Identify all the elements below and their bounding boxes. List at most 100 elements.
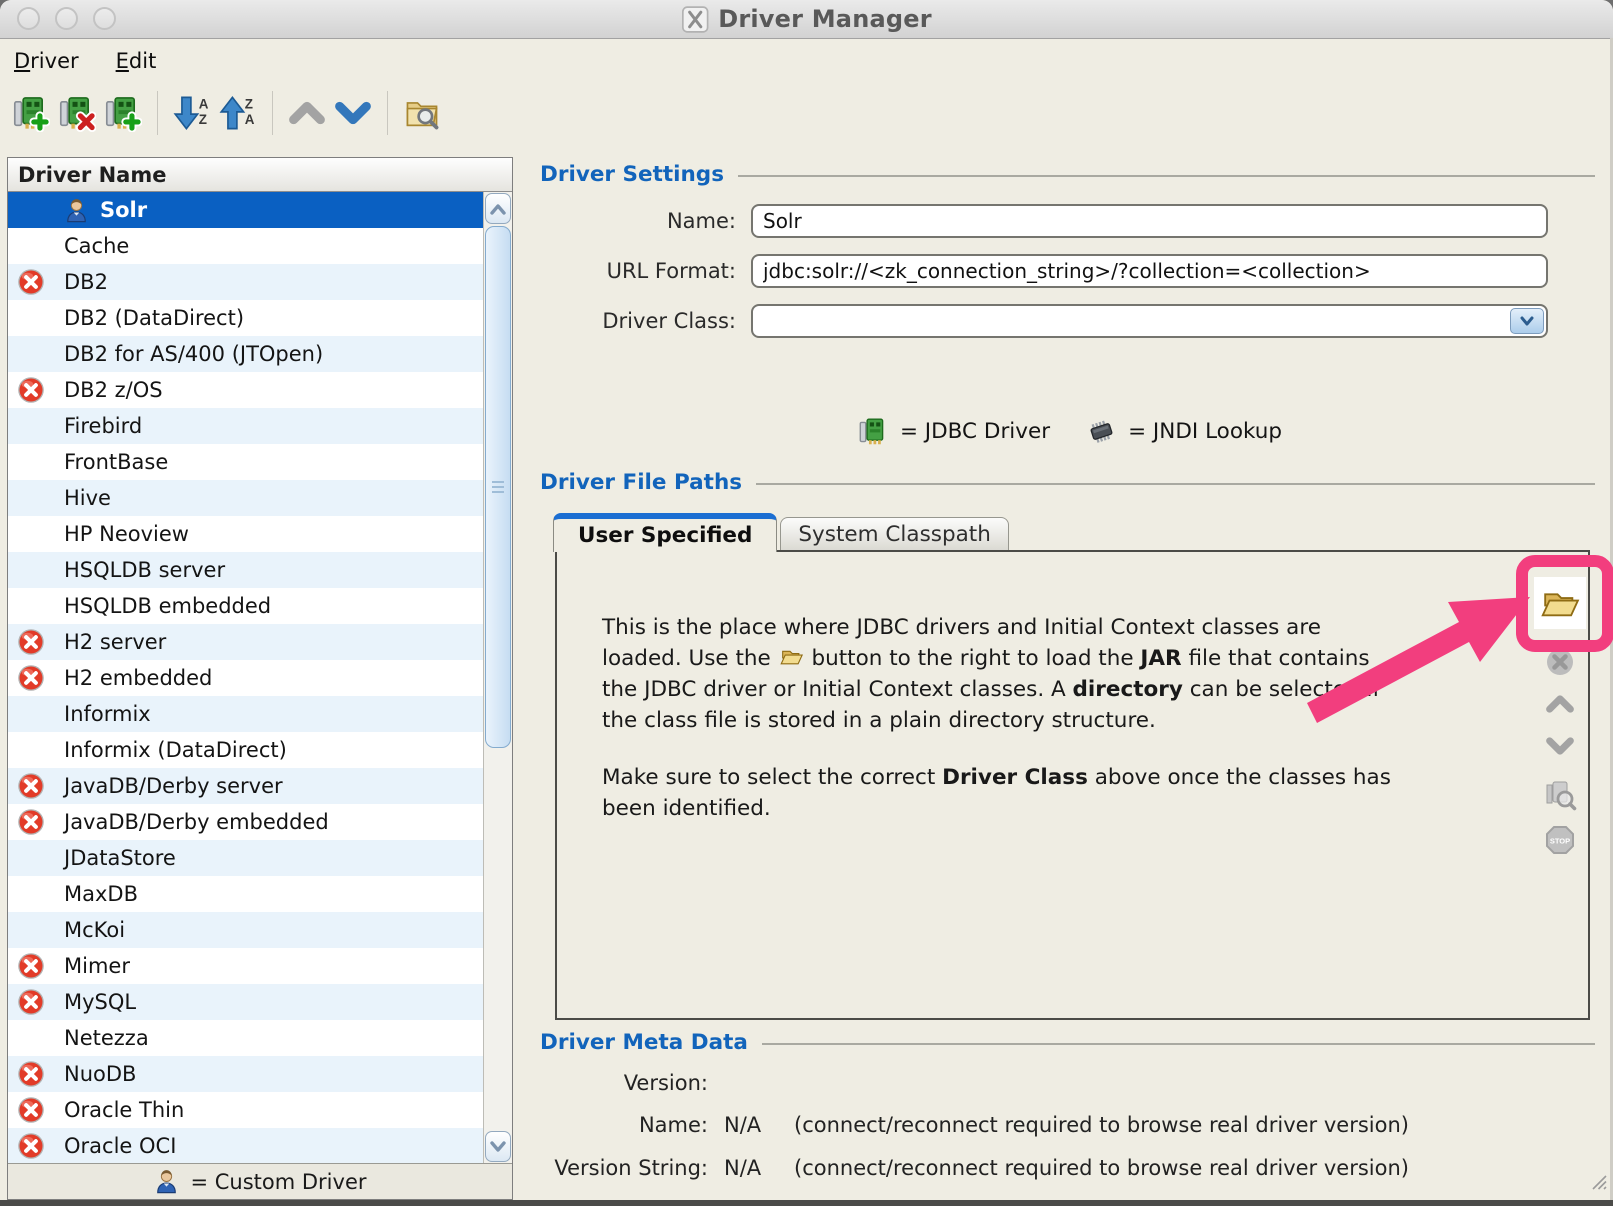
- tab-system-classpath[interactable]: System Classpath: [780, 517, 1008, 550]
- driver-row[interactable]: FrontBase: [8, 444, 483, 480]
- meta-name-note: (connect/reconnect required to browse re…: [794, 1113, 1409, 1137]
- driver-row[interactable]: JDataStore: [8, 840, 483, 876]
- driver-error-icon: [16, 987, 46, 1017]
- toolbar-separator: [157, 91, 158, 135]
- driver-class-input[interactable]: [751, 304, 1548, 338]
- driver-name-label: McKoi: [64, 918, 125, 942]
- driver-name-label: HP Neoview: [64, 522, 189, 546]
- version-string-value: N/A: [724, 1156, 780, 1180]
- driver-name-label: H2 embedded: [64, 666, 212, 690]
- menu-edit[interactable]: Edit: [116, 49, 157, 73]
- meta-name-label: Name:: [540, 1113, 708, 1137]
- window-resize-grip[interactable]: [1589, 1172, 1607, 1194]
- driver-row[interactable]: Firebird: [8, 408, 483, 444]
- custom-driver-icon: [63, 197, 90, 224]
- driver-status-cell: [8, 807, 54, 837]
- driver-row[interactable]: MaxDB: [8, 876, 483, 912]
- driver-row[interactable]: Netezza: [8, 1020, 483, 1056]
- driver-name-label: JavaDB/Derby server: [64, 774, 283, 798]
- chevron-down-blue-icon: [334, 94, 372, 132]
- driver-row[interactable]: Hive: [8, 480, 483, 516]
- driver-row[interactable]: Solr: [8, 192, 483, 228]
- driver-name-label: DB2 for AS/400 (JTOpen): [64, 342, 323, 366]
- create-driver-button[interactable]: [8, 88, 54, 138]
- driver-row[interactable]: DB2 for AS/400 (JTOpen): [8, 336, 483, 372]
- driver-row[interactable]: MySQL: [8, 984, 483, 1020]
- title-bar: Driver Manager: [0, 0, 1613, 39]
- menu-driver[interactable]: Driver: [14, 49, 79, 73]
- open-file-chooser-button[interactable]: [1534, 577, 1586, 629]
- move-down-button[interactable]: [330, 88, 376, 138]
- jdbc-legend-label: = JDBC Driver: [900, 419, 1050, 444]
- window-bottom-edge: [0, 1200, 1613, 1206]
- driver-meta-data-title: Driver Meta Data: [537, 1030, 748, 1055]
- driver-status-cell: [8, 1095, 54, 1125]
- driver-error-icon: [16, 375, 46, 405]
- minimize-window-button[interactable]: [55, 7, 78, 30]
- driver-name-label: Cache: [64, 234, 129, 258]
- tab-user-specified[interactable]: User Specified: [553, 513, 777, 552]
- driver-status-cell: [8, 267, 54, 297]
- sort-ascending-button[interactable]: AZ: [169, 88, 215, 138]
- driver-error-icon: [16, 627, 46, 657]
- driver-status-cell: [8, 375, 54, 405]
- custom-driver-legend: = Custom Driver: [8, 1163, 512, 1199]
- toolbar-separator: [387, 91, 388, 135]
- driver-row[interactable]: DB2 (DataDirect): [8, 300, 483, 336]
- driver-error-icon: [16, 1131, 46, 1161]
- user-specified-panel: This is the place where JDBC drivers and…: [555, 550, 1590, 1020]
- driver-name-label: FrontBase: [64, 450, 168, 474]
- driver-row[interactable]: JavaDB/Derby server: [8, 768, 483, 804]
- driver-row[interactable]: HSQLDB embedded: [8, 588, 483, 624]
- svg-text:A: A: [245, 112, 255, 127]
- url-format-input[interactable]: [751, 254, 1548, 288]
- driver-row[interactable]: Cache: [8, 228, 483, 264]
- driver-name-label: DB2 z/OS: [64, 378, 163, 402]
- driver-name-input[interactable]: [751, 204, 1548, 238]
- driver-name-label: DB2: [64, 270, 108, 294]
- delete-driver-button[interactable]: [54, 88, 100, 138]
- driver-row[interactable]: HP Neoview: [8, 516, 483, 552]
- driver-row[interactable]: H2 server: [8, 624, 483, 660]
- close-window-button[interactable]: [17, 7, 40, 30]
- driver-row[interactable]: McKoi: [8, 912, 483, 948]
- driver-row[interactable]: Informix (DataDirect): [8, 732, 483, 768]
- scrollbar-thumb[interactable]: [485, 226, 511, 748]
- driver-class-dropdown-button[interactable]: [1510, 308, 1544, 334]
- driver-error-icon: [16, 1095, 46, 1125]
- driver-status-cell: [8, 951, 54, 981]
- icon-legend: = JDBC Driver = JNDI Lookup: [537, 416, 1603, 447]
- driver-name-column-header[interactable]: Driver Name: [8, 158, 512, 192]
- driver-row[interactable]: HSQLDB server: [8, 552, 483, 588]
- driver-delete-icon: [58, 94, 96, 132]
- scroll-down-button[interactable]: [485, 1131, 511, 1162]
- driver-name-label: Solr: [100, 198, 147, 222]
- driver-row[interactable]: Mimer: [8, 948, 483, 984]
- driver-row[interactable]: DB2 z/OS: [8, 372, 483, 408]
- list-scrollbar[interactable]: [483, 192, 512, 1163]
- driver-status-cell: [8, 771, 54, 801]
- svg-text:STOP: STOP: [1550, 837, 1570, 846]
- sort-descending-button[interactable]: ZA: [215, 88, 261, 138]
- scroll-up-button[interactable]: [485, 193, 511, 224]
- copy-driver-button[interactable]: [100, 88, 146, 138]
- driver-row[interactable]: Informix: [8, 696, 483, 732]
- driver-row[interactable]: JavaDB/Derby embedded: [8, 804, 483, 840]
- chevron-up-icon: [1544, 691, 1576, 717]
- driver-row[interactable]: H2 embedded: [8, 660, 483, 696]
- driver-status-cell: [8, 1131, 54, 1161]
- move-up-button: [284, 88, 330, 138]
- zoom-window-button[interactable]: [93, 7, 116, 30]
- driver-row[interactable]: Oracle Thin: [8, 1092, 483, 1128]
- move-path-up-button: [1544, 691, 1576, 717]
- driver-row[interactable]: DB2: [8, 264, 483, 300]
- driver-name-label: Hive: [64, 486, 111, 510]
- find-drivers-button[interactable]: [399, 88, 445, 138]
- driver-row[interactable]: NuoDB: [8, 1056, 483, 1092]
- driver-settings-section: Driver Settings Name: URL Format: Driver…: [537, 160, 1603, 339]
- driver-row[interactable]: Oracle OCI: [8, 1128, 483, 1163]
- jdbc-driver-icon: [858, 416, 889, 447]
- meta-name-value: N/A: [724, 1113, 780, 1137]
- driver-detail-panel: Driver Settings Name: URL Format: Driver…: [537, 157, 1603, 1206]
- jndi-legend-label: = JNDI Lookup: [1128, 419, 1282, 444]
